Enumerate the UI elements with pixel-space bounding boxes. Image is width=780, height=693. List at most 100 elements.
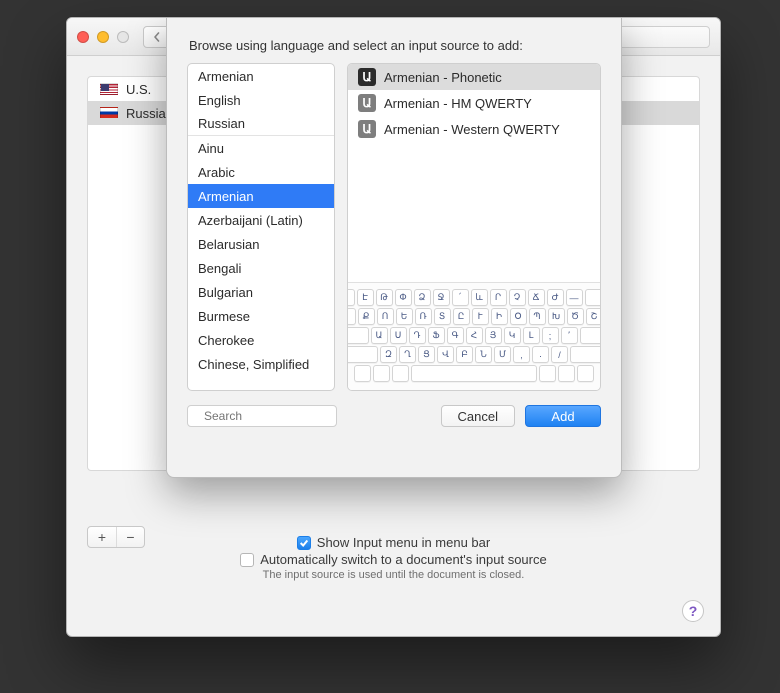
keyboard-key: Ճ — [528, 289, 545, 306]
language-item[interactable]: Armenian — [188, 64, 334, 88]
add-button[interactable]: Add — [525, 405, 601, 427]
language-item[interactable]: Bengali — [188, 256, 334, 280]
variant-panel: Ա Armenian - Phonetic Ա Armenian - HM QWERT… — [347, 63, 601, 391]
keyboard-key: Շ — [586, 308, 602, 325]
keyboard-key: Ծ — [567, 308, 584, 325]
auto-switch-hint: The input source is used until the docum… — [67, 569, 720, 581]
language-item[interactable]: Burmese — [188, 304, 334, 328]
keyboard-key: Գ — [447, 327, 464, 344]
variant-label: Armenian - Phonetic — [384, 70, 502, 85]
language-item[interactable]: Bulgarian — [188, 280, 334, 304]
keyboard-key: Զ — [380, 346, 397, 363]
keyboard-key: Ղ — [399, 346, 416, 363]
keyboard-key: Ի — [491, 308, 508, 325]
keyboard-key: Չ — [509, 289, 526, 306]
keyboard-key: Ջ — [433, 289, 450, 306]
keyboard-key: Հ — [466, 327, 483, 344]
keyboard-key: ՛ — [452, 289, 469, 306]
keyboard-preview: ՝ԷԹՓՁՋ՛ևՐՉՃԺ— ՔՈԵՌՏԸՒԻՕՊԽԾՇ ԱՍԴՖԳՀՅԿԼ;՚ ԶՂՑ… — [348, 282, 600, 390]
language-item[interactable]: English — [188, 88, 334, 112]
keyboard-key: և — [471, 289, 488, 306]
dialog-heading: Browse using language and select an inpu… — [189, 38, 601, 53]
auto-switch-checkbox[interactable] — [240, 553, 254, 567]
keyboard-key — [354, 365, 371, 382]
language-item[interactable]: Ainu — [188, 136, 334, 160]
keyboard-key — [558, 365, 575, 382]
keyboard-key — [373, 365, 390, 382]
auto-switch-label: Automatically switch to a document's inp… — [260, 552, 546, 567]
keyboard-key: ; — [542, 327, 559, 344]
keyboard-key: Վ — [437, 346, 454, 363]
layout-icon: Ա — [358, 94, 376, 112]
cancel-button[interactable]: Cancel — [441, 405, 515, 427]
keyboard-key: Կ — [504, 327, 521, 344]
layout-icon: Ա — [358, 120, 376, 138]
keyboard-key: Խ — [548, 308, 565, 325]
show-menu-label: Show Input menu in menu bar — [317, 535, 490, 550]
keyboard-key: Ւ — [472, 308, 489, 325]
add-input-source-dialog: Browse using language and select an inpu… — [166, 18, 622, 478]
variant-label: Armenian - HM QWERTY — [384, 96, 532, 111]
keyboard-key: Ս — [390, 327, 407, 344]
keyboard-key: Ր — [490, 289, 507, 306]
us-flag-icon — [100, 83, 118, 95]
language-item[interactable]: Azerbaijani (Latin) — [188, 208, 334, 232]
language-item[interactable]: Russian — [188, 112, 334, 136]
keyboard-key: Թ — [376, 289, 393, 306]
keyboard-key — [539, 365, 556, 382]
bottom-options: Show Input menu in menu bar Automaticall… — [67, 533, 720, 581]
dialog-search-input[interactable] — [202, 408, 361, 424]
keyboard-key: Մ — [494, 346, 511, 363]
window-controls — [77, 31, 129, 43]
keyboard-key — [577, 365, 594, 382]
layout-icon: Ա — [358, 68, 376, 86]
keyboard-key: Ն — [475, 346, 492, 363]
keyboard-key: ‚ — [513, 346, 530, 363]
keyboard-key: Ը — [453, 308, 470, 325]
keyboard-key: Ե — [396, 308, 413, 325]
language-item[interactable]: Armenian — [188, 184, 334, 208]
preferences-window: Keyboard ✕ U.S.Russian + − Show Input me… — [66, 17, 721, 637]
keyboard-key: Բ — [456, 346, 473, 363]
input-source-label: U.S. — [126, 82, 151, 97]
keyboard-key: ․ — [532, 346, 549, 363]
keyboard-key: ՝ — [347, 289, 355, 306]
keyboard-key: Պ — [529, 308, 546, 325]
keyboard-key: Ժ — [547, 289, 564, 306]
keyboard-key: Փ — [395, 289, 412, 306]
keyboard-key: Ո — [377, 308, 394, 325]
variant-item[interactable]: Ա Armenian - Phonetic — [348, 64, 600, 90]
keyboard-key: Ռ — [415, 308, 432, 325]
keyboard-key: Օ — [510, 308, 527, 325]
keyboard-key: — — [566, 289, 583, 306]
keyboard-key: Ա — [371, 327, 388, 344]
language-item[interactable]: Belarusian — [188, 232, 334, 256]
help-button[interactable]: ? — [682, 600, 704, 622]
keyboard-key: Տ — [434, 308, 451, 325]
keyboard-key: Յ — [485, 327, 502, 344]
zoom-icon — [117, 31, 129, 43]
ru-flag-icon — [100, 107, 118, 119]
keyboard-key — [411, 365, 537, 382]
variant-item[interactable]: Ա Armenian - HM QWERTY — [348, 90, 600, 116]
show-menu-checkbox[interactable] — [297, 536, 311, 550]
keyboard-key — [392, 365, 409, 382]
keyboard-key: Լ — [523, 327, 540, 344]
keyboard-key: Ց — [418, 346, 435, 363]
language-item[interactable]: Cherokee — [188, 328, 334, 352]
keyboard-key: Ք — [358, 308, 375, 325]
language-item[interactable]: Arabic — [188, 160, 334, 184]
keyboard-key: Ձ — [414, 289, 431, 306]
variant-list[interactable]: Ա Armenian - Phonetic Ա Armenian - HM QWERT… — [348, 64, 600, 142]
language-item[interactable]: Chinese, Simplified — [188, 352, 334, 376]
minimize-icon[interactable] — [97, 31, 109, 43]
keyboard-key: Դ — [409, 327, 426, 344]
variant-label: Armenian - Western QWERTY — [384, 122, 560, 137]
keyboard-key: Է — [357, 289, 374, 306]
keyboard-key: Ֆ — [428, 327, 445, 344]
keyboard-key: ՚ — [561, 327, 578, 344]
language-list[interactable]: ArmenianEnglishRussianAinuArabicArmenian… — [187, 63, 335, 391]
close-icon[interactable] — [77, 31, 89, 43]
dialog-search[interactable] — [187, 405, 337, 427]
variant-item[interactable]: Ա Armenian - Western QWERTY — [348, 116, 600, 142]
